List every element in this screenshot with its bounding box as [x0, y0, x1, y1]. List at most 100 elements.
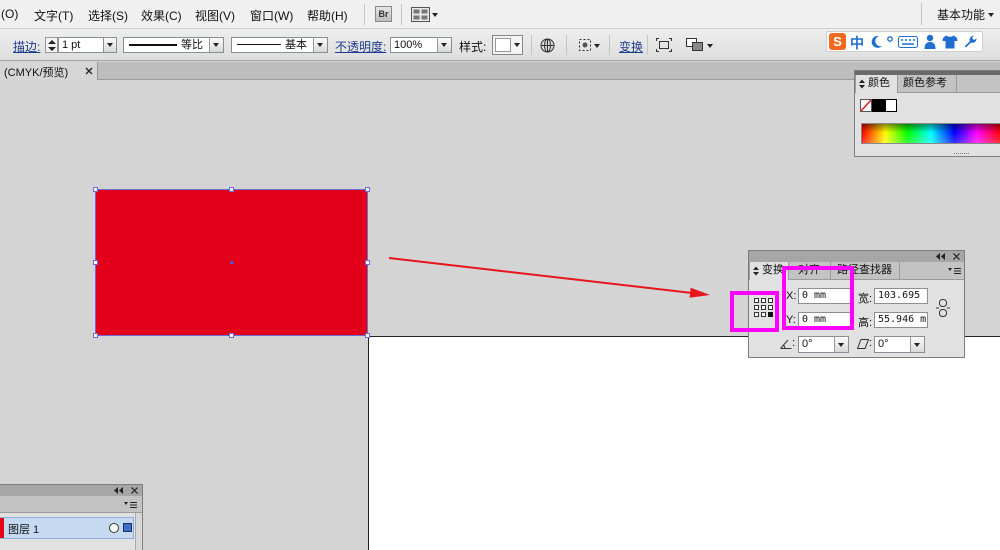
- collapse-icon[interactable]: [936, 253, 946, 260]
- arrange-icon: [686, 38, 703, 51]
- layer-selection-indicator[interactable]: [123, 523, 132, 532]
- menu-window[interactable]: 窗口(W): [250, 7, 293, 24]
- stroke-profile-dropdown[interactable]: [209, 38, 223, 52]
- height-field[interactable]: 55.946 m: [874, 312, 928, 328]
- layers-panel-tabs: [0, 496, 142, 513]
- menu-effect[interactable]: 效果(C): [141, 7, 182, 24]
- ime-mode-toggle[interactable]: 中: [850, 33, 864, 53]
- skin-icon[interactable]: [942, 35, 958, 49]
- chevron-down-icon: [441, 43, 447, 47]
- selection-handle[interactable]: [365, 333, 370, 338]
- arrange-button[interactable]: [686, 38, 714, 52]
- menu-view[interactable]: 视图(V): [195, 7, 235, 24]
- selection-center-point: [230, 261, 233, 264]
- layer-target-icon[interactable]: [109, 523, 119, 533]
- stroke-weight-field[interactable]: 1 pt: [58, 37, 104, 53]
- arrange-documents-icon: [411, 7, 430, 22]
- stroke-link[interactable]: 描边:: [13, 38, 40, 55]
- close-icon[interactable]: [131, 487, 138, 494]
- shear-select[interactable]: 0°: [874, 336, 925, 353]
- rotate-dropdown[interactable]: [834, 337, 848, 352]
- white-swatch[interactable]: [885, 99, 897, 112]
- black-swatch[interactable]: [872, 99, 885, 112]
- layers-scrollbar[interactable]: [135, 513, 142, 550]
- rotate-label: :: [792, 337, 796, 349]
- none-swatch-icon[interactable]: [860, 99, 872, 112]
- rotate-select[interactable]: 0°: [798, 336, 849, 353]
- tab-color[interactable]: 颜色: [855, 75, 898, 93]
- menu-select[interactable]: 选择(S): [88, 7, 128, 24]
- width-field[interactable]: 103.695: [874, 288, 928, 304]
- close-icon[interactable]: [953, 253, 960, 260]
- selection-handle[interactable]: [229, 187, 234, 192]
- recolor-globe-icon[interactable]: [540, 38, 555, 53]
- layer-name[interactable]: 图层 1: [8, 521, 39, 537]
- layer-row[interactable]: 图层 1: [0, 517, 134, 539]
- constrain-link-icon[interactable]: [936, 299, 950, 317]
- chevron-down-icon: [707, 44, 713, 48]
- stroke-weight-dropdown[interactable]: [103, 37, 117, 53]
- color-panel-tabs: 颜色 颜色参考: [855, 75, 1000, 93]
- opacity-value: 100%: [394, 39, 423, 51]
- opacity-link[interactable]: 不透明度:: [335, 38, 386, 55]
- bridge-button[interactable]: Br: [375, 6, 392, 22]
- selection-handle[interactable]: [229, 333, 234, 338]
- bridge-label: Br: [378, 9, 389, 19]
- transform-link[interactable]: 变换: [619, 38, 643, 55]
- close-icon[interactable]: [85, 67, 93, 75]
- toolbar-separator: [531, 35, 532, 55]
- panel-menu-icon[interactable]: [124, 501, 137, 509]
- highlight-box-reference-point: [730, 291, 779, 332]
- arrange-documents-button[interactable]: [411, 7, 438, 22]
- chevron-down-icon: [838, 343, 844, 347]
- selection-handle[interactable]: [93, 333, 98, 338]
- brush-dropdown[interactable]: [313, 38, 327, 52]
- color-panel: 颜色 颜色参考: [854, 70, 1000, 157]
- collapse-icon[interactable]: [114, 487, 124, 494]
- panel-title-bar: [749, 251, 964, 262]
- wrench-icon[interactable]: [964, 35, 978, 49]
- chevron-down-icon: [514, 43, 520, 47]
- punctuation-icon[interactable]: [886, 35, 894, 43]
- select-similar-icon: [579, 39, 591, 51]
- menu-type[interactable]: 文字(T): [34, 7, 73, 24]
- brush-select[interactable]: 基本: [231, 37, 328, 53]
- stroke-profile-select[interactable]: 等比: [123, 37, 224, 53]
- selection-handle[interactable]: [365, 187, 370, 192]
- rotate-value: 0°: [802, 338, 813, 350]
- shear-icon: [857, 339, 869, 349]
- brush-value: 基本: [285, 39, 307, 51]
- layer-color-indicator: [0, 518, 4, 538]
- selection-handle[interactable]: [93, 260, 98, 265]
- sogou-moon-icon[interactable]: [871, 35, 883, 49]
- keyboard-icon[interactable]: [898, 36, 918, 48]
- graphic-style-select[interactable]: [492, 35, 523, 55]
- menu-object[interactable]: (O): [1, 7, 18, 21]
- ime-logo[interactable]: S: [829, 33, 846, 50]
- opacity-dropdown[interactable]: [437, 38, 451, 52]
- selection-handle[interactable]: [93, 187, 98, 192]
- color-spectrum[interactable]: [861, 123, 1000, 144]
- workspace-label: 基本功能: [937, 8, 986, 22]
- menu-help[interactable]: 帮助(H): [307, 7, 348, 24]
- chevron-down-icon: [213, 43, 219, 47]
- menu-bar: (O) 文字(T) 选择(S) 效果(C) 视图(V) 窗口(W) 帮助(H) …: [0, 0, 1000, 29]
- toolbar-separator: [566, 35, 567, 55]
- highlight-box-xy-fields: [782, 266, 854, 330]
- panel-resize-grip-icon[interactable]: [953, 152, 971, 155]
- document-tab[interactable]: (CMYK/预览): [0, 62, 98, 80]
- select-similar-button[interactable]: [578, 38, 602, 52]
- stroke-weight-stepper[interactable]: [45, 37, 58, 53]
- panel-menu-icon[interactable]: [948, 267, 961, 275]
- tab-options-icon: [859, 79, 865, 89]
- shear-dropdown[interactable]: [910, 337, 924, 352]
- workspace-switcher[interactable]: 基本功能: [937, 6, 997, 22]
- isolate-icon[interactable]: [656, 38, 672, 52]
- selection-handle[interactable]: [365, 260, 370, 265]
- user-icon[interactable]: [924, 34, 936, 50]
- brush-preview: [237, 44, 281, 45]
- width-label: 宽:: [858, 293, 873, 305]
- artboard[interactable]: [368, 336, 1000, 550]
- opacity-field[interactable]: 100%: [390, 37, 452, 53]
- tab-color-guide[interactable]: 颜色参考: [899, 75, 957, 93]
